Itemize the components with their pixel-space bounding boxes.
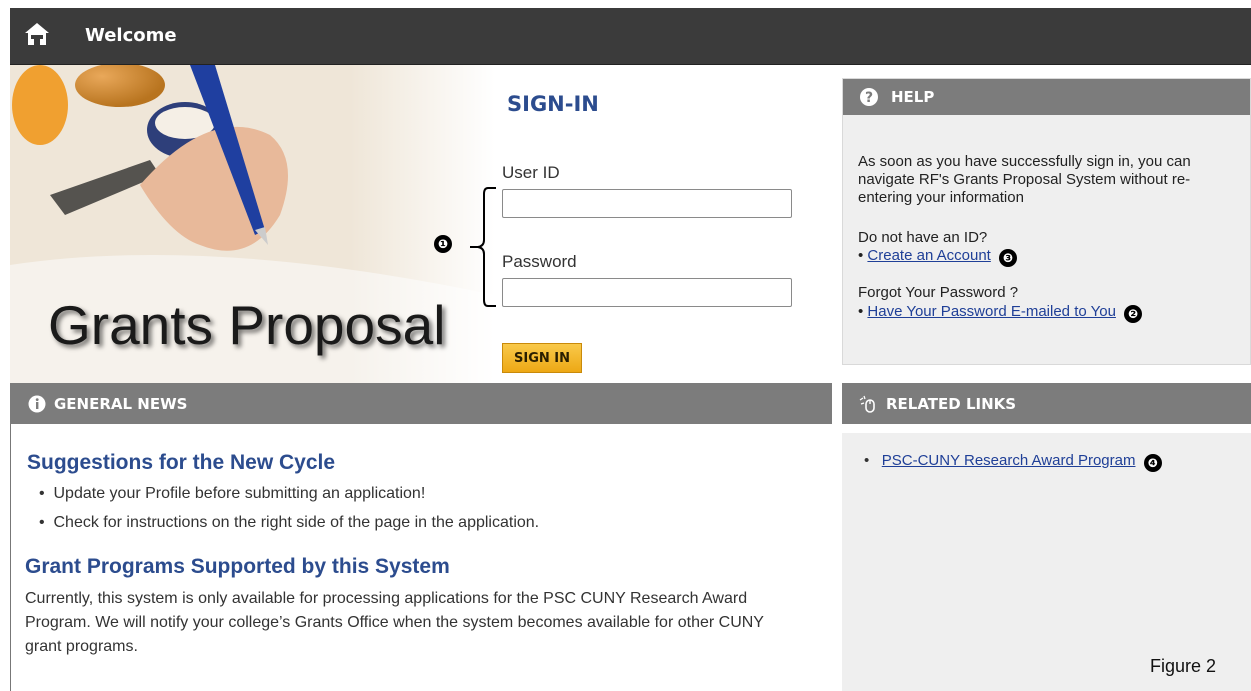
svg-text:?: ?: [865, 90, 873, 106]
create-account-link[interactable]: Create an Account: [867, 247, 990, 264]
create-account-item: • Create an Account ❸: [858, 247, 1018, 267]
related-links-label: RELATED LINKS: [886, 395, 1017, 413]
bracket-annotation: [470, 187, 496, 307]
news-bullet-item: • Check for instructions on the right si…: [39, 514, 539, 532]
bullet: •: [864, 452, 878, 469]
bullet: •: [858, 247, 868, 264]
forgot-password-text: Forgot Your Password ?: [858, 284, 1019, 301]
general-news-label: GENERAL NEWS: [54, 395, 188, 413]
news-bullet-item: • Update your Profile before submitting …: [39, 485, 425, 503]
no-id-text: Do not have an ID?: [858, 229, 988, 246]
mouse-click-icon: [859, 395, 875, 413]
news-body-text: Currently, this system is only available…: [25, 590, 764, 655]
callout-4: ❹: [1143, 454, 1162, 472]
callout-2: ❷: [1124, 305, 1143, 323]
hero-image: Grants Proposal: [10, 65, 495, 383]
home-icon[interactable]: [24, 21, 50, 47]
bullet: •: [39, 485, 54, 502]
help-header: ? HELP: [843, 79, 1250, 115]
help-panel: ? HELP As soon as you have successfully …: [842, 78, 1251, 365]
bullet: •: [39, 514, 54, 531]
news-bullet-text: Update your Profile before submitting an…: [53, 485, 426, 502]
news-heading-new-cycle: Suggestions for the New Cycle: [27, 451, 336, 474]
related-links-bar: RELATED LINKS: [842, 383, 1251, 424]
related-links-panel: • PSC-CUNY Research Award Program ❹: [842, 433, 1251, 691]
signin-button[interactable]: SIGN IN: [502, 343, 582, 373]
news-bullet-text: Check for instructions on the right side…: [53, 514, 540, 531]
help-intro: As soon as you have successfully sign in…: [858, 153, 1191, 206]
bullet: •: [858, 303, 868, 320]
news-heading-grant-programs: Grant Programs Supported by this System: [25, 555, 450, 578]
general-news-bar: GENERAL NEWS: [10, 383, 832, 424]
hero-title: Grants Proposal: [48, 294, 446, 356]
related-link-item: • PSC-CUNY Research Award Program ❹: [864, 452, 1162, 472]
info-icon: [28, 395, 46, 413]
signin-heading: SIGN-IN: [507, 92, 599, 116]
user-id-label: User ID: [502, 163, 560, 182]
password-label: Password: [502, 252, 577, 271]
top-bar: Welcome: [10, 8, 1251, 65]
psc-cuny-link[interactable]: PSC-CUNY Research Award Program: [882, 452, 1136, 469]
email-password-link[interactable]: Have Your Password E-mailed to You: [867, 303, 1116, 320]
user-id-input[interactable]: [502, 189, 792, 218]
callout-1: ❶: [434, 235, 452, 253]
help-header-label: HELP: [891, 88, 935, 106]
callout-3: ❸: [999, 249, 1018, 267]
email-password-item: • Have Your Password E-mailed to You ❷: [858, 303, 1143, 323]
question-icon: ?: [860, 88, 878, 106]
password-input[interactable]: [502, 278, 792, 307]
figure-label: Figure 2: [1150, 656, 1217, 676]
page-title: Welcome: [85, 25, 177, 46]
page-frame: Welcome Grants Proposal SIGN-IN User ID …: [10, 8, 1251, 691]
